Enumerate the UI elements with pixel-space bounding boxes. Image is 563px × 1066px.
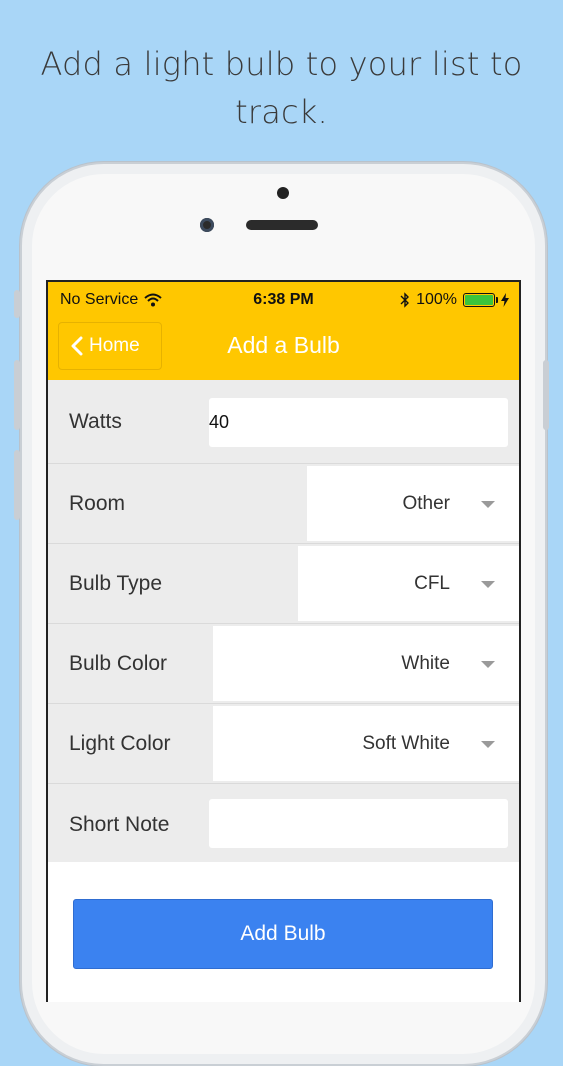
page-title: Add a Bulb	[227, 332, 340, 358]
bulb-type-select[interactable]: CFL	[298, 546, 519, 621]
short-note-input[interactable]	[209, 799, 508, 848]
phone-power-button	[543, 360, 549, 430]
light-color-value: Soft White	[362, 733, 450, 754]
room-select[interactable]: Other	[307, 466, 519, 541]
form-footer: Add Bulb	[48, 862, 519, 1002]
promo-caption: Add a light bulb to your list to track.	[20, 40, 543, 136]
phone-side-button	[14, 290, 20, 318]
phone-volume-down	[14, 450, 20, 520]
front-camera-icon	[200, 218, 214, 232]
bluetooth-icon	[400, 292, 410, 308]
bulb-color-select[interactable]: White	[213, 626, 519, 701]
battery-icon	[463, 293, 498, 307]
status-right: 100%	[400, 291, 509, 309]
promo-line-1: Add a light bulb to your list to	[40, 45, 523, 83]
add-bulb-button[interactable]: Add Bulb	[73, 899, 493, 969]
light-color-select[interactable]: Soft White	[213, 706, 519, 781]
bulb-type-label: Bulb Type	[69, 572, 163, 595]
charging-icon	[501, 293, 509, 307]
dropdown-caret-icon	[481, 501, 495, 508]
phone-volume-up	[14, 360, 20, 430]
dropdown-caret-icon	[481, 661, 495, 668]
room-row[interactable]: Room Other	[48, 464, 519, 544]
room-value: Other	[402, 493, 450, 514]
add-bulb-form: Watts 40 Room Other Bulb Type CFL Bulb C…	[48, 380, 519, 866]
status-bar: No Service 6:38 PM 100%	[48, 282, 519, 316]
watts-row: Watts 40	[48, 380, 519, 464]
promo-line-2: track.	[235, 93, 328, 131]
short-note-row: Short Note	[48, 784, 519, 866]
watts-input[interactable]: 40	[209, 398, 508, 447]
short-note-label: Short Note	[69, 813, 170, 836]
app-header: No Service 6:38 PM 100% Home Add a Bulb	[48, 282, 519, 380]
light-color-label: Light Color	[69, 732, 171, 755]
dropdown-caret-icon	[481, 741, 495, 748]
battery-fill	[465, 295, 493, 305]
bulb-type-value: CFL	[414, 573, 450, 594]
proximity-sensor	[277, 187, 289, 199]
earpiece-speaker	[246, 220, 318, 230]
bulb-color-value: White	[401, 653, 450, 674]
watts-label: Watts	[69, 410, 122, 433]
bulb-color-label: Bulb Color	[69, 652, 168, 675]
bulb-type-row[interactable]: Bulb Type CFL	[48, 544, 519, 624]
dropdown-caret-icon	[481, 581, 495, 588]
bulb-color-row[interactable]: Bulb Color White	[48, 624, 519, 704]
battery-percent: 100%	[416, 291, 457, 308]
light-color-row[interactable]: Light Color Soft White	[48, 704, 519, 784]
room-label: Room	[69, 492, 126, 515]
app-screen: No Service 6:38 PM 100% Home Add a Bulb …	[46, 280, 521, 1002]
